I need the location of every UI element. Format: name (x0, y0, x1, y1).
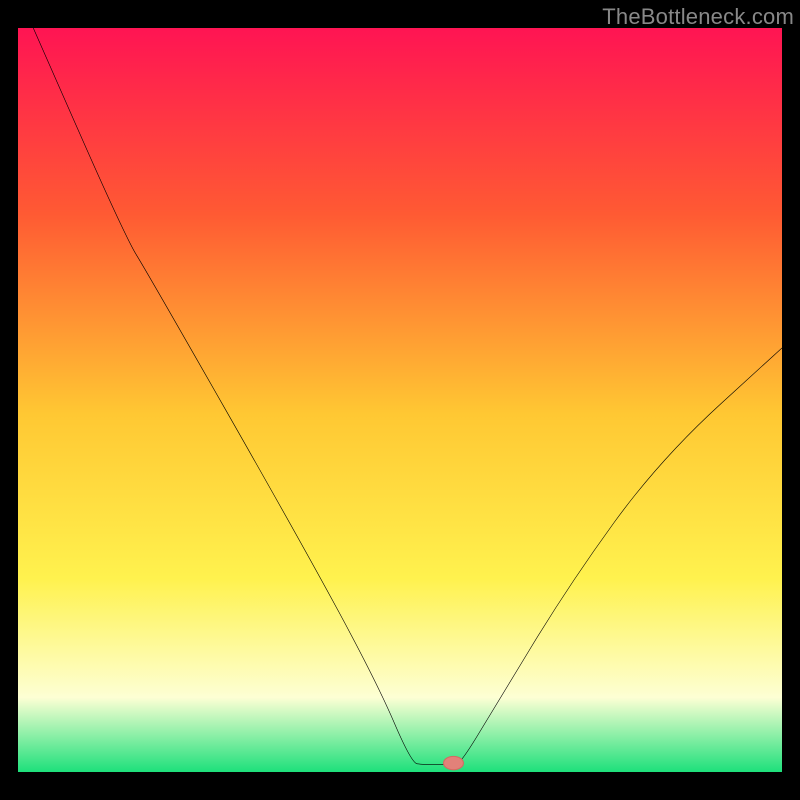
bottleneck-chart (18, 28, 782, 772)
gradient-background (18, 28, 782, 772)
watermark-text: TheBottleneck.com (602, 4, 794, 30)
chart-container: TheBottleneck.com (0, 0, 800, 800)
min-marker (444, 756, 464, 769)
